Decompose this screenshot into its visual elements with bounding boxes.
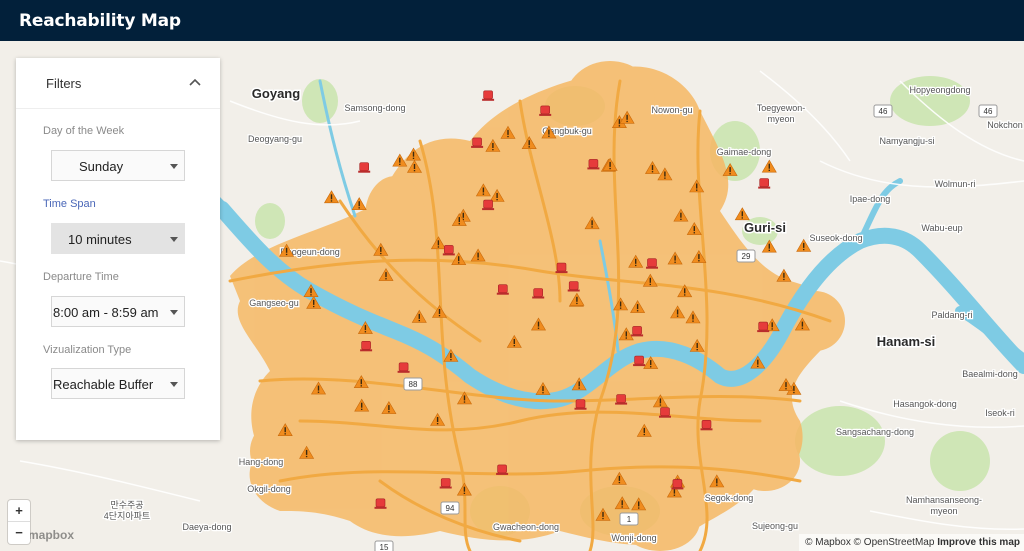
visualization-type-label: Vizualization Type	[43, 344, 132, 356]
route-shield: 94	[440, 501, 460, 515]
departure-time-value: 8:00 am - 8:59 am	[53, 305, 159, 320]
zoom-out-button[interactable]: −	[8, 522, 30, 544]
station-marker-icon[interactable]	[574, 399, 587, 410]
time-span-value: 10 minutes	[68, 232, 132, 247]
app-title: Reachability Map	[19, 11, 181, 31]
place-label: Hopyeongdong	[909, 85, 970, 95]
place-label: Iseok-ri	[985, 408, 1015, 418]
station-marker-icon[interactable]	[539, 105, 552, 116]
place-label: Wonji-dong	[611, 533, 656, 543]
place-label: Nokchon	[987, 120, 1023, 130]
station-marker-icon[interactable]	[631, 326, 644, 337]
place-label: Segok-dong	[705, 493, 754, 503]
station-marker-icon[interactable]	[587, 159, 600, 170]
station-marker-icon[interactable]	[496, 464, 509, 475]
station-marker-icon[interactable]	[358, 162, 371, 173]
caret-down-icon	[170, 237, 178, 242]
place-label: Hanam-si	[877, 334, 936, 349]
departure-time-select[interactable]: 8:00 am - 8:59 am	[51, 296, 185, 327]
place-label: Suseok-dong	[809, 233, 862, 243]
place-label: Guri-si	[744, 220, 786, 235]
station-marker-icon[interactable]	[671, 479, 684, 490]
route-shield: 46	[978, 104, 998, 118]
place-label: Wabu-eup	[921, 223, 962, 233]
station-marker-icon[interactable]	[532, 288, 545, 299]
route-shield: 15	[374, 540, 394, 551]
visualization-type-value: Reachable Buffer	[53, 377, 154, 392]
chevron-up-icon[interactable]	[188, 77, 202, 87]
improve-map-link[interactable]: Improve this map	[937, 537, 1020, 548]
departure-time-label: Departure Time	[43, 271, 119, 283]
place-label: Okgil-dong	[247, 484, 291, 494]
station-marker-icon[interactable]	[397, 362, 410, 373]
station-marker-icon[interactable]	[757, 321, 770, 333]
station-marker-icon[interactable]	[496, 284, 509, 295]
station-marker-icon[interactable]	[615, 394, 628, 405]
place-label: Deogyang-gu	[248, 134, 302, 144]
time-span-label: Time Span	[43, 198, 96, 210]
time-span-select[interactable]: 10 minutes	[51, 223, 185, 254]
place-label: Sujeong-gu	[752, 521, 798, 531]
filters-title: Filters	[46, 76, 82, 91]
place-label: Hang-dong	[239, 457, 284, 467]
svg-text:88: 88	[409, 380, 418, 389]
station-marker-icon[interactable]	[442, 245, 455, 256]
place-label: Samsong-dong	[344, 103, 405, 113]
place-label: Namyangju-si	[879, 136, 934, 146]
station-marker-icon[interactable]	[659, 407, 671, 418]
map-attribution: © Mapbox © OpenStreetMap Improve this ma…	[799, 534, 1024, 551]
place-label: Gwacheon-dong	[493, 522, 559, 532]
place-label: Gangseo-gu	[249, 298, 299, 308]
route-shield: 46	[873, 104, 893, 118]
station-marker-icon[interactable]	[471, 137, 484, 148]
place-label: 만수주공 4단지아파트	[104, 500, 150, 521]
place-label: Daeya-dong	[182, 522, 231, 532]
station-marker-icon[interactable]	[482, 90, 495, 101]
station-marker-icon[interactable]	[439, 478, 452, 489]
station-marker-icon[interactable]	[555, 262, 568, 274]
filters-panel: Filters Day of the Week Sunday Time Span…	[16, 58, 220, 440]
place-label: Nowon-gu	[651, 105, 692, 115]
station-marker-icon[interactable]	[482, 199, 495, 211]
filters-header[interactable]: Filters	[16, 58, 220, 109]
svg-text:1: 1	[627, 515, 632, 524]
day-of-week-select[interactable]: Sunday	[51, 150, 185, 181]
place-label: Gaimae-dong	[717, 147, 772, 157]
svg-text:15: 15	[380, 543, 389, 551]
station-marker-icon[interactable]	[360, 340, 373, 352]
station-marker-icon[interactable]	[646, 258, 658, 269]
place-label: Ipae-dong	[850, 194, 891, 204]
place-label: Baealmi-dong	[962, 369, 1018, 379]
mapbox-attribution-link[interactable]: © Mapbox	[805, 537, 851, 548]
svg-text:29: 29	[742, 252, 751, 261]
station-marker-icon[interactable]	[374, 498, 387, 509]
station-marker-icon[interactable]	[567, 281, 580, 292]
station-marker-icon[interactable]	[758, 178, 771, 189]
place-label: Sangsachang-dong	[836, 427, 914, 437]
station-marker-icon[interactable]	[700, 419, 713, 431]
zoom-control: + −	[8, 500, 30, 544]
place-label: Hasangok-dong	[893, 399, 957, 409]
top-bar: Reachability Map	[0, 0, 1024, 41]
route-shield: 29	[736, 249, 756, 263]
day-of-week-label: Day of the Week	[43, 125, 125, 137]
caret-down-icon	[170, 164, 178, 169]
zoom-in-button[interactable]: +	[8, 500, 30, 522]
svg-text:46: 46	[984, 107, 993, 116]
visualization-type-select[interactable]: Reachable Buffer	[51, 368, 185, 399]
svg-text:46: 46	[879, 107, 888, 116]
route-shield: 1	[619, 512, 639, 526]
place-label: Goyang	[252, 86, 300, 101]
osm-attribution-link[interactable]: © OpenStreetMap	[854, 537, 935, 548]
place-label: Wolmun-ri	[935, 179, 976, 189]
caret-down-icon	[170, 310, 178, 315]
day-of-week-value: Sunday	[79, 159, 124, 174]
svg-text:94: 94	[446, 504, 455, 513]
station-marker-icon[interactable]	[633, 355, 646, 367]
caret-down-icon	[170, 382, 178, 387]
place-label: Paldang-ri	[931, 310, 972, 320]
mapbox-logo: mapbox	[28, 528, 75, 542]
route-shield: 88	[403, 377, 423, 391]
